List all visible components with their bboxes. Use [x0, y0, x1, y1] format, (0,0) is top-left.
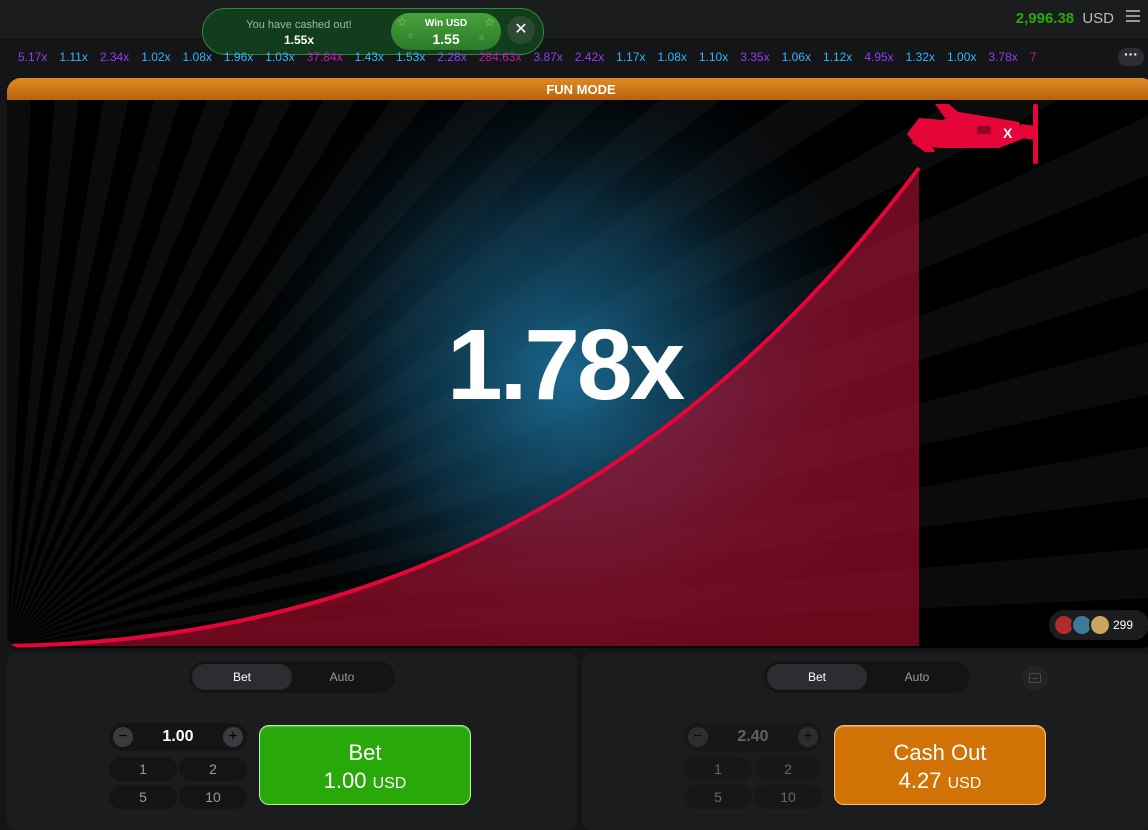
- cashout-message-text: You have cashed out!: [246, 19, 352, 31]
- history-multiplier: 284.63x: [478, 50, 522, 64]
- history-multiplier: 1.02x: [141, 50, 171, 64]
- plus-icon[interactable]: +: [223, 727, 243, 747]
- history-multiplier: 5.17x: [18, 50, 48, 64]
- minus-icon[interactable]: −: [113, 727, 133, 747]
- star-icon: ☆: [407, 31, 415, 40]
- collapse-icon[interactable]: [1022, 665, 1048, 691]
- history-multiplier: 3.35x: [740, 50, 770, 64]
- cash-out-label: Cash Out: [893, 740, 987, 765]
- balance: 2,996.38 USD: [1016, 10, 1114, 27]
- history-multiplier: 1.00x: [947, 50, 977, 64]
- balance-currency: USD: [1082, 10, 1114, 27]
- balance-amount: 2,996.38: [1015, 10, 1075, 27]
- star-icon: ☆: [397, 15, 408, 29]
- bet-amount-stepper: − 1.00 +: [109, 723, 247, 751]
- cash-out-value: 4.27: [898, 768, 942, 793]
- svg-text:X: X: [1003, 125, 1013, 141]
- cash-out-button[interactable]: Cash Out 4.27 USD: [834, 725, 1046, 805]
- bet-amount-stepper: − 2.40 +: [684, 723, 822, 751]
- avatar: [1089, 614, 1111, 636]
- tab-bet[interactable]: Bet: [192, 664, 292, 690]
- hamburger-icon[interactable]: [1126, 10, 1140, 24]
- tab-auto[interactable]: Auto: [292, 664, 392, 690]
- tab-bet[interactable]: Bet: [767, 664, 867, 690]
- more-icon[interactable]: ···: [1118, 47, 1144, 66]
- players-count: 299: [1113, 618, 1134, 632]
- history-multiplier: 3.78x: [988, 50, 1018, 64]
- history-multiplier: 2.34x: [99, 50, 130, 64]
- quick-amount-button[interactable]: 1: [109, 757, 177, 781]
- multiplier-history: 5.17x 1.11x 2.34x 1.02x 1.08x 1.96x 1.03x 37.84…: [0, 46, 1148, 70]
- bet-mode-tabs: Bet Auto: [189, 661, 395, 693]
- minus-icon[interactable]: −: [688, 727, 708, 747]
- star-icon: ☆: [477, 33, 485, 42]
- quick-amount-button[interactable]: 10: [754, 785, 822, 809]
- current-multiplier: 1.78x: [447, 309, 685, 421]
- quick-amount-button[interactable]: 5: [109, 785, 177, 809]
- quick-amount-button[interactable]: 1: [684, 757, 752, 781]
- history-multiplier: 1.10x: [698, 50, 729, 64]
- cash-out-currency: USD: [947, 775, 982, 792]
- history-multiplier: 1.43x: [354, 50, 385, 64]
- history-multiplier: 1.32x: [905, 50, 936, 64]
- tab-auto[interactable]: Auto: [867, 664, 967, 690]
- history-multiplier: 1.17x: [616, 50, 646, 64]
- quick-amount-button[interactable]: 2: [179, 757, 247, 781]
- quick-amount-button[interactable]: 2: [754, 757, 822, 781]
- bet-panel-right: Bet Auto − 2.40 + 1 2 5 10 Cash Out 4.27…: [582, 653, 1148, 830]
- history-multiplier: 2.42x: [574, 50, 605, 64]
- history-multiplier: 37.84x: [306, 50, 343, 64]
- history-multiplier: 1.03x: [265, 50, 295, 64]
- history-multiplier: 1.96x: [223, 50, 254, 64]
- top-bar: 2,996.38 USD: [0, 0, 1148, 38]
- quick-amount-button[interactable]: 5: [684, 785, 752, 809]
- history-multiplier: 1.53x: [396, 50, 426, 64]
- win-badge: ☆ ☆ ☆ ☆ Win USD 1.55: [391, 13, 501, 50]
- history-multiplier: 1.11x: [59, 50, 88, 64]
- history-multiplier: 1.06x: [781, 50, 811, 64]
- history-multiplier: 1.12x: [822, 50, 853, 64]
- bet-button-label: Bet: [348, 740, 382, 765]
- cash-out-amount: 4.27 USD: [835, 768, 1045, 794]
- star-icon: ☆: [484, 15, 495, 29]
- bet-button[interactable]: Bet 1.00 USD: [259, 725, 471, 805]
- history-multiplier: 7: [1029, 50, 1037, 64]
- history-multiplier: 1.08x: [182, 50, 212, 64]
- history-multiplier: 1.08x: [657, 50, 687, 64]
- players-online: 299: [1049, 610, 1148, 640]
- bet-mode-tabs: Bet Auto: [764, 661, 970, 693]
- bet-amount-input[interactable]: 2.40: [712, 728, 794, 746]
- quick-amount-button[interactable]: 10: [179, 785, 247, 809]
- fun-mode-banner: FUN MODE: [7, 78, 1148, 100]
- game-canvas: FUN MODE X 1.78x 299: [7, 78, 1148, 648]
- history-multiplier: 3.87x: [533, 50, 563, 64]
- history-list: 5.17x 1.11x 2.34x 1.02x 1.08x 1.96x 1.03x 37.84…: [18, 50, 1048, 64]
- bet-amount-input[interactable]: 1.00: [137, 728, 219, 746]
- cashout-multiplier: 1.55x: [283, 33, 315, 47]
- bet-button-amount: 1.00 USD: [260, 768, 470, 794]
- history-multiplier: 4.95x: [864, 50, 894, 64]
- bet-panel-left: Bet Auto − 1.00 + 1 2 5 10 Bet 1.00 USD: [7, 653, 577, 830]
- history-multiplier: 2.28x: [437, 50, 467, 64]
- cashout-message: You have cashed out! 1.55x: [243, 19, 355, 47]
- bet-button-currency: USD: [372, 775, 407, 792]
- close-icon[interactable]: ✕: [507, 16, 535, 44]
- bet-button-value: 1.00: [323, 768, 367, 793]
- plus-icon[interactable]: +: [798, 727, 818, 747]
